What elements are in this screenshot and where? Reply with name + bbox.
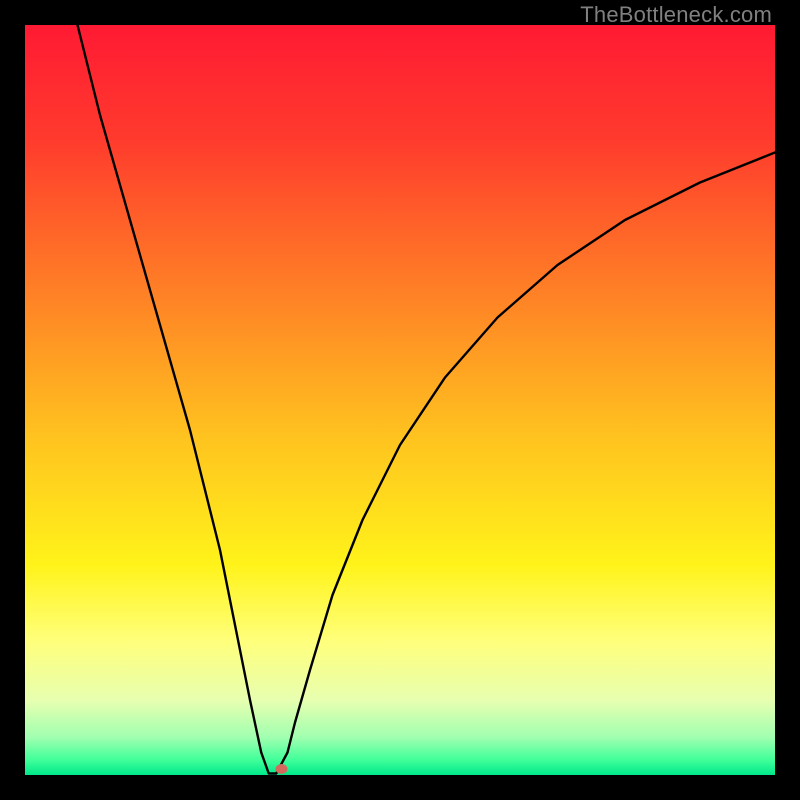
gradient-background (25, 25, 775, 775)
optimum-marker (276, 764, 288, 774)
chart-frame: TheBottleneck.com (0, 0, 800, 800)
chart-svg (25, 25, 775, 775)
plot-area (25, 25, 775, 775)
